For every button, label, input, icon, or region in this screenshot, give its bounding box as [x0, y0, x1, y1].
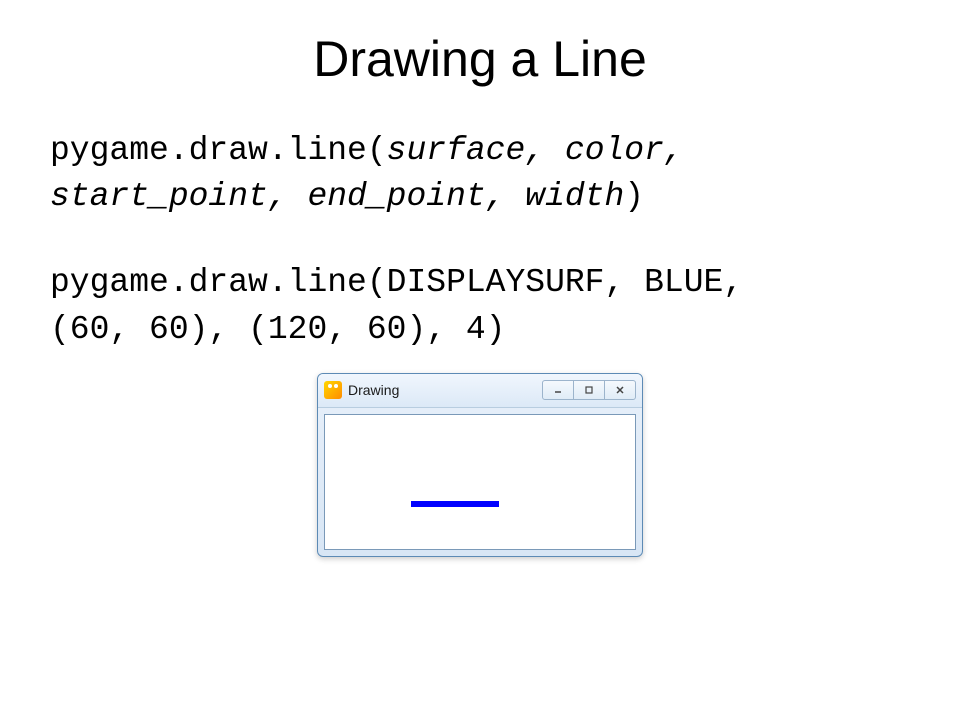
code-example-line2: (60, 60), (120, 60), 4): [50, 307, 910, 353]
code-signature: pygame.draw.line(surface, color, start_p…: [50, 128, 910, 220]
code-example: pygame.draw.line(DISPLAYSURF, BLUE, (60,…: [50, 260, 910, 352]
code-suffix: ): [624, 178, 644, 215]
minimize-button[interactable]: [542, 380, 574, 400]
code-example-line1: pygame.draw.line(DISPLAYSURF, BLUE,: [50, 260, 910, 306]
window-controls: [543, 380, 636, 400]
maximize-button[interactable]: [573, 380, 605, 400]
window-titlebar: Drawing: [318, 374, 642, 408]
window-container: Drawing: [50, 373, 910, 557]
pygame-window: Drawing: [317, 373, 643, 557]
window-client-area: [324, 414, 636, 550]
window-title: Drawing: [348, 382, 543, 398]
close-button[interactable]: [604, 380, 636, 400]
page-title: Drawing a Line: [50, 30, 910, 88]
window-icon: [324, 381, 342, 399]
code-prefix: pygame.draw.line(: [50, 132, 387, 169]
drawn-line: [411, 501, 499, 507]
